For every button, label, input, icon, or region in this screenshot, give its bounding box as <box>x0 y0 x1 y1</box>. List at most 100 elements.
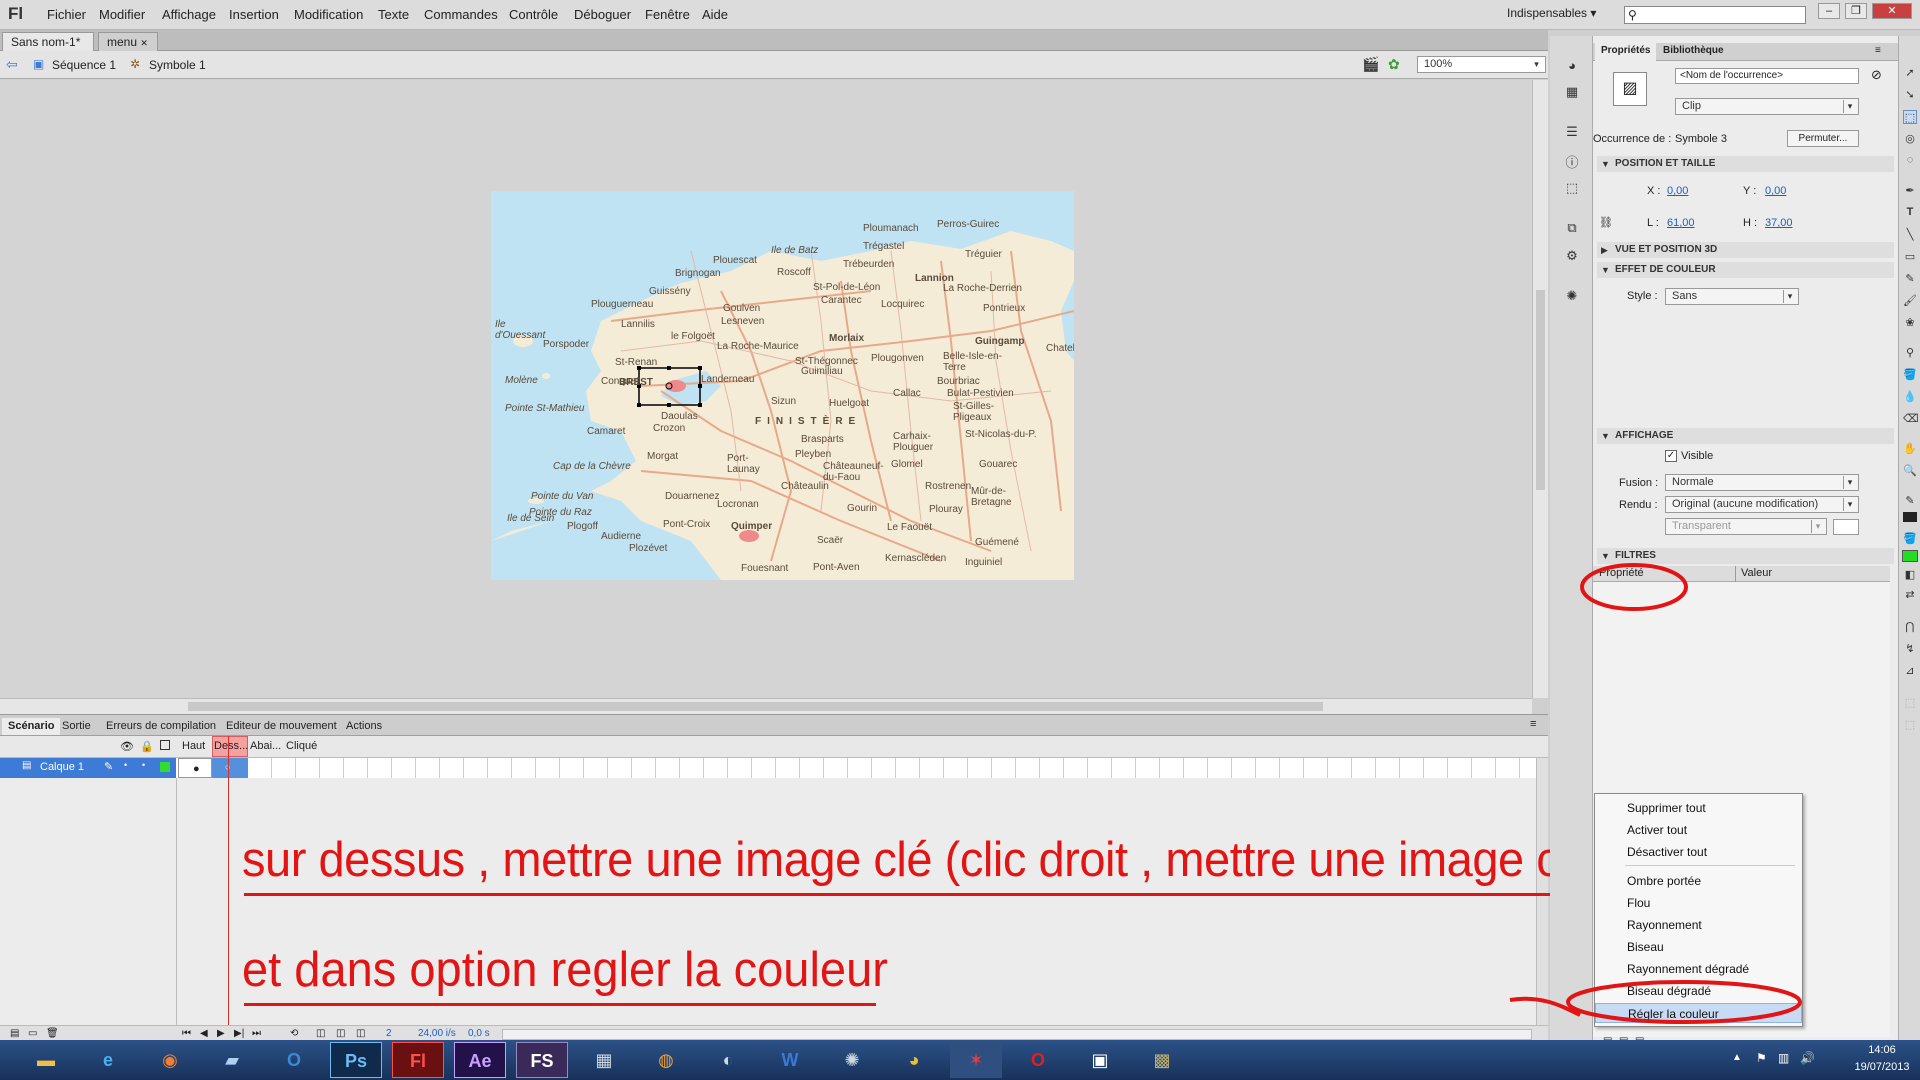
stroke-color-swatch[interactable] <box>1903 512 1917 522</box>
new-folder-icon[interactable]: ▭ <box>28 1028 37 1039</box>
swap-button[interactable]: Permuter... <box>1787 130 1859 147</box>
menu-item-desactiver-tout[interactable]: Désactiver tout <box>1595 842 1802 862</box>
components-icon[interactable]: ⚙ <box>1562 248 1582 268</box>
show-hidden-icons[interactable]: ▲ <box>1732 1052 1742 1063</box>
frames-strip[interactable] <box>176 758 1536 778</box>
close-button[interactable]: ✕ <box>1872 3 1912 19</box>
tab-sans-nom[interactable]: Sans nom-1* ✕ <box>2 32 94 62</box>
explorer-icon[interactable]: ▬ <box>20 1042 72 1078</box>
section-color-effect[interactable]: ▼ EFFET DE COULEUR <box>1597 262 1894 278</box>
volume-icon[interactable]: 🔊 <box>1800 1051 1815 1065</box>
layer-row[interactable]: ▤ Calque 1 ✎ • • ● ○ <box>0 758 1548 778</box>
stroke-color-icon[interactable]: ✎ <box>1903 494 1917 508</box>
current-frame[interactable]: 2 <box>386 1028 392 1039</box>
pen-tool-icon[interactable]: ✒ <box>1903 184 1917 198</box>
lock-icon[interactable]: 🔒 <box>140 740 154 753</box>
layer-color-swatch[interactable] <box>160 762 170 772</box>
selection-tool-icon[interactable]: ➚ <box>1903 66 1917 80</box>
fill-color-icon[interactable]: 🪣 <box>1903 532 1917 546</box>
scroll-thumb[interactable] <box>1536 290 1545 490</box>
section-position-size[interactable]: ▼ POSITION ET TAILLE <box>1597 156 1894 172</box>
panel-menu-icon[interactable]: ≡ <box>1875 45 1881 56</box>
scroll-thumb[interactable] <box>188 702 1323 711</box>
edit-symbol-icon[interactable]: ✿ <box>1388 56 1400 73</box>
straighten-icon[interactable]: ⊿ <box>1903 664 1917 678</box>
visible-checkbox[interactable]: ✓ <box>1665 450 1677 462</box>
color-style-select[interactable]: Sans ▾ <box>1665 288 1799 305</box>
menu-item-regler-couleur[interactable]: Régler la couleur <box>1595 1003 1802 1023</box>
panel-menu-icon[interactable]: ≡ <box>1530 718 1536 730</box>
minimize-button[interactable]: – <box>1818 3 1840 19</box>
new-layer-icon[interactable]: ▤ <box>10 1028 19 1039</box>
menu-item-biseau-degrade[interactable]: Biseau dégradé <box>1595 981 1802 1001</box>
tab-actions[interactable]: Actions <box>340 718 388 735</box>
menu-item-rayonnement[interactable]: Rayonnement <box>1595 915 1802 935</box>
visibility-dot[interactable]: • <box>124 760 127 770</box>
firefox-icon[interactable]: ◉ <box>144 1042 196 1078</box>
width-value[interactable]: 61,00 <box>1667 217 1695 229</box>
cinema4d-icon[interactable]: ◐ <box>702 1042 754 1078</box>
zoom-tool-icon[interactable]: 🔍 <box>1903 464 1917 478</box>
height-value[interactable]: 37,00 <box>1765 217 1793 229</box>
back-arrow-icon[interactable]: ⇦ <box>6 56 18 73</box>
color-icon[interactable]: ◕ <box>1562 58 1582 78</box>
fs-icon[interactable]: FS <box>516 1042 568 1078</box>
tab-sortie[interactable]: Sortie <box>56 718 97 735</box>
timeline-hscroll[interactable] <box>502 1029 1532 1040</box>
edit-scene-icon[interactable]: 🎬 <box>1362 56 1379 73</box>
layer-name-cell[interactable]: ▤ Calque 1 ✎ • • <box>0 758 176 778</box>
chrome-icon[interactable]: ◕ <box>888 1042 940 1078</box>
onion-skin-icon[interactable]: ◫ <box>316 1028 325 1039</box>
swatches-icon[interactable]: ▦ <box>1562 84 1582 104</box>
network-icon[interactable]: ▥ <box>1778 1051 1789 1065</box>
symbol-type-select[interactable]: Clip ▾ <box>1675 98 1859 115</box>
menu-insertion[interactable]: Insertion <box>229 7 279 22</box>
tab-scenario[interactable]: Scénario <box>2 718 61 735</box>
edit-multiple-icon[interactable]: ◫ <box>356 1028 365 1039</box>
motion-presets-icon[interactable]: ✺ <box>1562 288 1582 308</box>
pencil-tool-icon[interactable]: ✎ <box>1903 272 1917 286</box>
menu-item-ombre-portee[interactable]: Ombre portée <box>1595 871 1802 891</box>
keyframe-haut[interactable]: ● <box>178 758 212 778</box>
align-icon[interactable]: ☰ <box>1562 124 1582 144</box>
breadcrumb-scene[interactable]: Séquence 1 <box>52 58 116 72</box>
eyedropper-tool-icon[interactable]: 💧 <box>1903 390 1917 404</box>
frame-label-dessus[interactable]: Dess... <box>212 736 248 757</box>
workspace-switcher[interactable]: Indispensables ▾ <box>1507 6 1596 20</box>
app-icon[interactable]: ✺ <box>826 1042 878 1078</box>
outlook-icon[interactable]: O <box>268 1042 320 1078</box>
flash-player-icon[interactable]: ✶ <box>950 1042 1002 1078</box>
character-embed-icon[interactable]: ⊘ <box>1871 67 1882 83</box>
deco-tool-icon[interactable]: ❀ <box>1903 316 1917 330</box>
blender-icon[interactable]: ◍ <box>640 1042 692 1078</box>
eraser-tool-icon[interactable]: ⌫ <box>1903 412 1919 426</box>
frame-rate[interactable]: 24,00 i/s <box>418 1028 456 1039</box>
step-forward-icon[interactable]: ▶| <box>234 1028 244 1039</box>
tab-editeur-mouvement[interactable]: Editeur de mouvement <box>220 718 343 735</box>
snap-magnet-icon[interactable]: ⋂ <box>1903 620 1917 634</box>
tab-proprietes[interactable]: Propriétés <box>1595 43 1657 61</box>
image-viewer-icon[interactable]: ▩ <box>1136 1042 1188 1078</box>
paint-bucket-tool-icon[interactable]: 🪣 <box>1903 368 1917 382</box>
menu-texte[interactable]: Texte <box>378 7 409 22</box>
menu-item-activer-tout[interactable]: Activer tout <box>1595 820 1802 840</box>
subselection-tool-icon[interactable]: ➘ <box>1903 88 1917 102</box>
onion-outline-icon[interactable]: ◫ <box>336 1028 345 1039</box>
vertical-scrollbar[interactable] <box>1532 80 1548 698</box>
word-icon[interactable]: W <box>764 1042 816 1078</box>
x-value[interactable]: 0,00 <box>1667 185 1688 197</box>
menu-affichage[interactable]: Affichage <box>162 7 216 22</box>
menu-item-flou[interactable]: Flou <box>1595 893 1802 913</box>
menu-fichier[interactable]: Fichier <box>47 7 86 22</box>
restore-button[interactable]: ❐ <box>1845 3 1867 19</box>
menu-item-biseau[interactable]: Biseau <box>1595 937 1802 957</box>
loop-icon[interactable]: ⟲ <box>290 1028 298 1039</box>
tab-menu[interactable]: menu ✕ <box>98 32 158 51</box>
trash-icon[interactable]: 🗑 <box>46 1028 59 1039</box>
info-icon[interactable]: ⓘ <box>1562 152 1582 172</box>
menu-item-supprimer-tout[interactable]: Supprimer tout <box>1595 798 1802 818</box>
code-snippets-icon[interactable]: ⧉ <box>1562 220 1582 240</box>
timeline-vscroll[interactable] <box>1536 758 1548 1038</box>
3d-rotation-tool-icon[interactable]: ◎ <box>1903 132 1917 146</box>
frame-dessus-selected[interactable]: ○ <box>212 758 248 778</box>
